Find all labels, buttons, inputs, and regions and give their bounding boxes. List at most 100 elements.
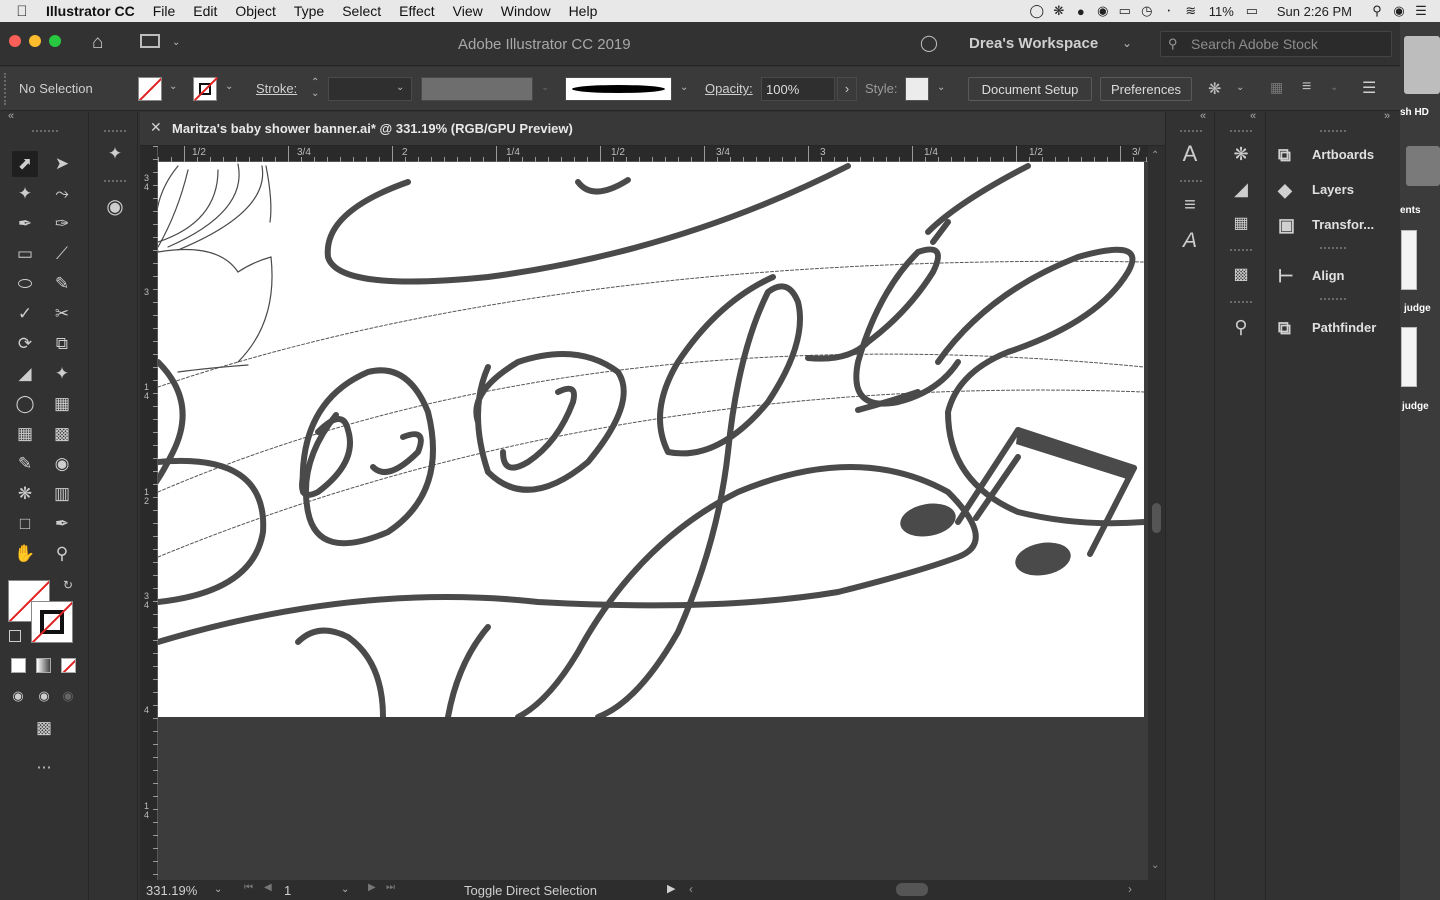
zoom-dropdown-icon[interactable]: ⌄ <box>214 884 222 895</box>
draw-inside-icon[interactable]: ◉ <box>55 683 81 709</box>
first-artboard-icon[interactable]: ⏮ <box>244 882 253 893</box>
vertical-scroll-thumb[interactable] <box>1152 503 1161 533</box>
scroll-down-icon[interactable]: ⌄ <box>1151 860 1159 871</box>
status-icon-2[interactable]: ● <box>1070 4 1092 19</box>
vertical-scrollbar[interactable]: ⌃ ⌄ <box>1148 146 1165 880</box>
draw-behind-icon[interactable]: ◉ <box>31 683 57 709</box>
menu-view[interactable]: View <box>444 3 492 19</box>
menu-object[interactable]: Object <box>226 3 284 19</box>
stroke-dropdown-icon[interactable]: ⌄ <box>225 81 233 92</box>
color-mode-icon[interactable] <box>11 658 26 673</box>
variable-width-dropdown-icon[interactable]: ⌄ <box>541 82 549 93</box>
close-window-button[interactable] <box>9 35 21 47</box>
horizontal-scroll-thumb[interactable] <box>896 883 928 896</box>
symbol-sprayer-tool-icon[interactable]: ❋ <box>12 481 38 507</box>
artboard[interactable] <box>158 162 1144 717</box>
script-lettering-artwork[interactable] <box>158 162 1144 717</box>
vertical-ruler[interactable]: 3 4 3 1 4 1 2 3 4 4 1 4 <box>140 146 158 880</box>
workspace-switcher[interactable]: Drea's Workspace <box>969 35 1098 52</box>
default-fill-stroke-icon[interactable] <box>9 630 21 642</box>
battery-icon[interactable]: ▭ <box>1241 3 1263 19</box>
transparency-panel-icon[interactable]: ▦ <box>1228 211 1254 237</box>
close-document-icon[interactable]: ✕ <box>150 119 162 136</box>
horizontal-ruler[interactable]: 1/2 3/4 2 1/4 1/2 3/4 3 1/4 1/2 3/ <box>158 146 1148 162</box>
image-trace-panel-icon[interactable]: ▩ <box>1228 262 1254 288</box>
live-paint-bucket-tool-icon[interactable]: ▦ <box>49 391 75 417</box>
rpanel-grip-2[interactable] <box>1320 247 1346 251</box>
document-icon[interactable] <box>1401 230 1417 290</box>
spotlight-search-icon[interactable]: ⚲ <box>1366 3 1388 19</box>
panel-artboards[interactable]: ⧉ Artboards <box>1266 138 1400 172</box>
panel-pathfinder[interactable]: ⧉ Pathfinder <box>1266 311 1400 345</box>
brush-dropdown-icon[interactable]: ⌄ <box>680 82 688 93</box>
rstrip2-grip-3[interactable] <box>1230 301 1252 305</box>
style-dropdown-icon[interactable]: ⌄ <box>937 82 945 93</box>
scissors-tool-icon[interactable]: ✂ <box>49 301 75 327</box>
menu-edit[interactable]: Edit <box>184 3 226 19</box>
preferences-button[interactable]: Preferences <box>1100 77 1192 101</box>
rstrip2-grip-2[interactable] <box>1230 249 1252 253</box>
magic-wand-tool-icon[interactable]: ✦ <box>12 181 38 207</box>
strip-grip-2[interactable] <box>104 180 126 184</box>
curvature-tool-icon[interactable]: ✑ <box>49 211 75 237</box>
document-tab[interactable]: ✕ Maritza's baby shower banner.ai* @ 331… <box>140 112 1165 146</box>
stroke-weight-stepper-icon[interactable]: ⌃ ⌄ <box>311 77 319 99</box>
document-setup-button[interactable]: Document Setup <box>968 77 1092 101</box>
stroke-color-box[interactable] <box>31 601 73 643</box>
status-icon-1[interactable]: ◯ <box>1026 3 1048 19</box>
swap-fill-stroke-icon[interactable]: ↻ <box>63 578 73 592</box>
artboard-tool-icon[interactable]: □ <box>12 511 38 537</box>
selection-tool-icon[interactable]: ⬈ <box>12 151 38 177</box>
opentype-panel-icon[interactable]: A <box>1177 228 1203 254</box>
stroke-swatch[interactable] <box>193 76 219 102</box>
workspace-dropdown-icon[interactable]: ⌄ <box>1122 36 1132 50</box>
column-graph-tool-icon[interactable]: ▥ <box>49 481 75 507</box>
status-icon-3[interactable]: ◉ <box>1092 3 1114 19</box>
wifi-icon[interactable]: ≋ <box>1180 3 1202 19</box>
magic-wand-panel-icon[interactable]: ✦ <box>102 141 128 167</box>
align-to-icon[interactable]: ▦ <box>1270 79 1283 96</box>
fill-swatch[interactable] <box>138 77 162 101</box>
direct-selection-tool-icon[interactable]: ➤ <box>49 151 75 177</box>
character-panel-icon[interactable]: A <box>1177 141 1203 167</box>
rpanel-grip-1[interactable] <box>1320 130 1346 134</box>
scroll-right-icon[interactable]: › <box>1128 882 1132 896</box>
panel-collapse-icon-2[interactable]: « <box>1250 110 1256 122</box>
arrange-documents-dropdown-icon[interactable]: ⌄ <box>172 37 180 48</box>
menu-type[interactable]: Type <box>285 3 333 19</box>
pen-tool-icon[interactable]: ✒ <box>12 211 38 237</box>
mesh-tool-icon[interactable]: ▦ <box>12 421 38 447</box>
menu-file[interactable]: File <box>144 3 185 19</box>
edit-toolbar-icon[interactable]: ⋯ <box>31 755 57 781</box>
pencil-tool-icon[interactable]: ✎ <box>49 271 75 297</box>
rstrip-grip-2[interactable] <box>1180 180 1202 184</box>
distribute-icon[interactable]: ≡ <box>1302 78 1311 96</box>
gradient-tool-icon[interactable]: ▩ <box>49 421 75 447</box>
asset-export-panel-icon[interactable]: ⚲ <box>1228 314 1254 340</box>
distribute-dropdown-icon[interactable]: ⌄ <box>1330 82 1338 93</box>
home-icon[interactable]: ⌂ <box>92 32 103 54</box>
panel-collapse-icon[interactable]: « <box>1200 110 1206 122</box>
blend-tool-icon[interactable]: ◉ <box>49 451 75 477</box>
adobe-stock-search-input[interactable]: Search Adobe Stock <box>1160 31 1392 57</box>
artboard-number-field[interactable]: 1 <box>284 883 348 898</box>
desktop-label[interactable]: ents <box>1400 205 1421 216</box>
status-message[interactable]: Toggle Direct Selection <box>464 883 597 898</box>
panel-transform[interactable]: ▣ Transfor... <box>1266 208 1400 242</box>
variable-width-profile[interactable] <box>421 77 533 101</box>
panel-layers[interactable]: ◆ Layers <box>1266 173 1400 207</box>
opacity-label[interactable]: Opacity: <box>705 81 753 96</box>
document-tab-title[interactable]: Maritza's baby shower banner.ai* @ 331.1… <box>172 121 573 136</box>
siri-icon[interactable]: ◉ <box>1388 3 1410 19</box>
paintbrush-tool-icon[interactable]: ✓ <box>12 301 38 327</box>
color-guide-panel-icon[interactable]: ❋ <box>1228 141 1254 167</box>
next-artboard-icon[interactable]: ▶ <box>368 882 376 893</box>
time-machine-icon[interactable]: ◷ <box>1136 3 1158 19</box>
creative-cloud-icon[interactable]: ❋ <box>1048 3 1070 19</box>
hand-tool-icon[interactable]: ✋ <box>12 541 38 567</box>
recolor-icon[interactable]: ❋ <box>1208 79 1221 99</box>
rectangle-tool-icon[interactable]: ▭ <box>12 241 38 267</box>
panel-dock-collapse-icon[interactable]: » <box>1384 110 1390 122</box>
airplay-icon[interactable]: ▭ <box>1114 3 1136 19</box>
document-icon[interactable] <box>1401 327 1417 387</box>
